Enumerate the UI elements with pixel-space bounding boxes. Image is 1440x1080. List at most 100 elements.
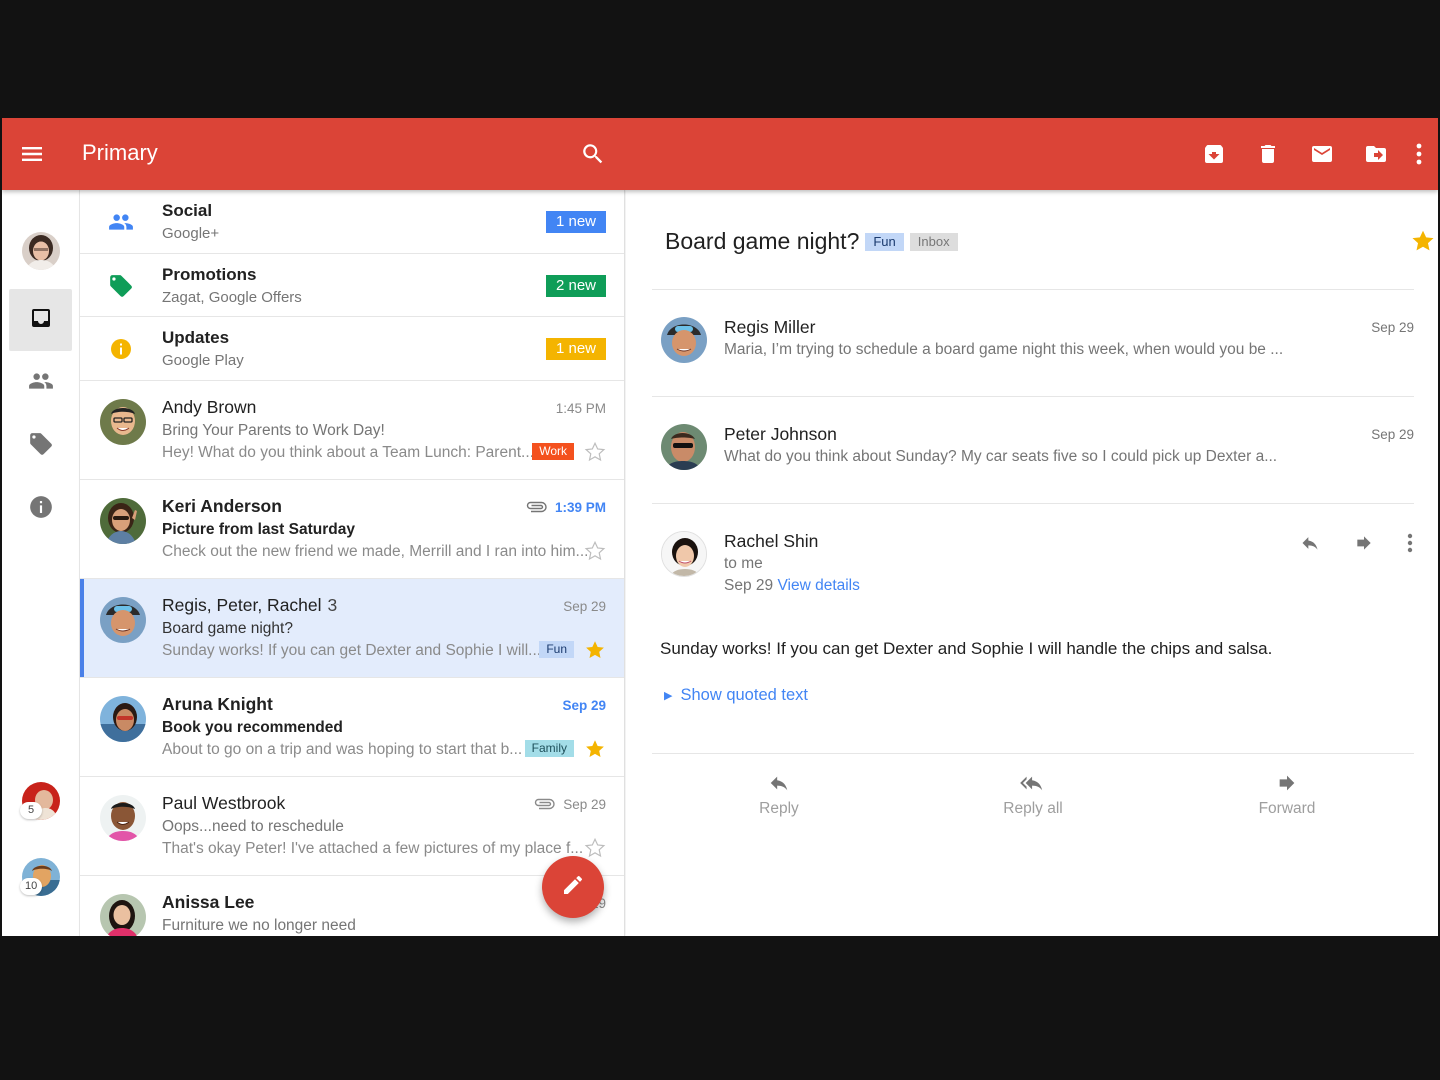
new-count-badge: 2 new (545, 274, 606, 297)
category-social[interactable]: Social Google+ 1 new (80, 190, 624, 254)
view-details-link[interactable]: View details (777, 577, 859, 594)
mail-label: Work (532, 442, 574, 460)
star-filled-icon[interactable] (1410, 228, 1436, 254)
sender-avatar (100, 596, 146, 643)
more-vert-icon[interactable] (1414, 140, 1424, 168)
reply-button[interactable]: Reply (719, 768, 839, 818)
mail-snippet: About to go on a trip and was hoping to … (162, 740, 523, 758)
people-icon (28, 368, 54, 399)
message-actions (1268, 531, 1414, 555)
show-quoted-text-link[interactable]: ▶ Show quoted text (664, 686, 808, 705)
divider (652, 396, 1414, 397)
mail-subject: Board game night? (162, 619, 293, 637)
category-promotions[interactable]: Promotions Zagat, Google Offers 2 new (80, 254, 624, 317)
more-vert-icon[interactable] (1406, 531, 1414, 555)
mail-item[interactable]: Paul Westbrook Oops...need to reschedule… (80, 777, 624, 876)
nav-social[interactable] (9, 352, 72, 414)
reply-actions-bar: Reply Reply all Forward (652, 768, 1414, 838)
pencil-icon (561, 873, 585, 902)
compose-button[interactable] (542, 856, 604, 918)
mail-item[interactable]: Keri Anderson Picture from last Saturday… (80, 480, 624, 579)
open-message-header: Rachel Shin to me Sep 29 View details (652, 531, 1414, 611)
forward-button[interactable]: Forward (1227, 768, 1347, 818)
sender-avatar (661, 424, 707, 470)
move-to-icon[interactable] (1362, 140, 1390, 168)
sender-name: Rachel Shin (724, 531, 819, 551)
conversation-header: Board game night? Fun Inbox (665, 228, 958, 255)
divider (652, 503, 1414, 504)
label-chip[interactable]: Fun (865, 232, 904, 251)
sender-name: Keri Anderson (162, 495, 282, 516)
category-sources: Google Play (162, 352, 244, 369)
star-filled-icon[interactable] (584, 738, 606, 760)
sender-name: Peter Johnson (724, 424, 837, 444)
mail-time: 1:45 PM (555, 400, 606, 416)
sender-avatar (661, 317, 707, 363)
sender-avatar (100, 497, 146, 544)
mail-subject: Picture from last Saturday (162, 520, 355, 538)
reply-all-button[interactable]: Reply all (973, 768, 1093, 818)
forward-icon[interactable] (1352, 531, 1376, 555)
category-updates[interactable]: Updates Google Play 1 new (80, 317, 624, 381)
account-switcher-2[interactable]: 10 (20, 858, 60, 896)
mail-subject: Bring Your Parents to Work Day! (162, 421, 385, 439)
mail-subject: Furniture we no longer need (162, 916, 356, 934)
gmail-app: Primary 5 10 Social Google+ 1 new Promot… (2, 118, 1438, 936)
mail-item-selected[interactable]: Regis, Peter, Rachel 3 Board game night? … (80, 578, 624, 678)
toolbar-actions (1174, 140, 1424, 168)
star-outline-icon[interactable] (584, 540, 606, 562)
mail-subject: Book you recommended (162, 718, 343, 736)
sender-avatar (100, 398, 146, 445)
nav-promotions[interactable] (9, 415, 72, 477)
mail-item[interactable]: Andy Brown Bring Your Parents to Work Da… (80, 381, 624, 480)
divider (652, 753, 1414, 754)
collapsed-message[interactable]: Peter Johnson What do you think about Su… (652, 424, 1414, 484)
category-name: Promotions (162, 264, 257, 284)
mark-unread-icon[interactable] (1308, 140, 1336, 168)
forward-icon (1227, 768, 1347, 794)
mail-snippet: Hey! What do you think about a Team Lunc… (162, 443, 534, 461)
archive-icon[interactable] (1200, 140, 1228, 168)
thread-count: 3 (327, 594, 338, 615)
unread-count: 5 (20, 802, 42, 819)
collapsed-message[interactable]: Regis Miller Maria, I’m trying to schedu… (652, 317, 1414, 377)
mail-time: Sep 29 (562, 697, 606, 713)
mail-list: Social Google+ 1 new Promotions Zagat, G… (80, 190, 625, 936)
star-outline-icon[interactable] (584, 441, 606, 463)
info-icon (28, 494, 54, 525)
message-date: Sep 29 View details (724, 577, 860, 594)
reply-all-icon (973, 768, 1093, 794)
account-switcher-1[interactable]: 5 (20, 782, 60, 820)
message-date: Sep 29 (1371, 427, 1414, 442)
inbox-icon (29, 306, 53, 335)
navigation-rail: 5 10 (2, 190, 80, 936)
mail-snippet: Check out the new friend we made, Merril… (162, 542, 589, 560)
sender-name: Regis, Peter, Rachel 3 (162, 594, 338, 615)
people-icon (108, 209, 134, 235)
delete-icon[interactable] (1254, 140, 1282, 168)
mail-item[interactable]: Aruna Knight Book you recommended About … (80, 678, 624, 777)
star-outline-icon[interactable] (584, 837, 606, 859)
message-preview: What do you think about Sunday? My car s… (724, 448, 1278, 465)
sender-name: Regis Miller (724, 317, 816, 337)
mail-subject: Oops...need to reschedule (162, 817, 344, 835)
user-avatar[interactable] (22, 232, 60, 270)
category-name: Updates (162, 328, 230, 347)
search-icon[interactable] (580, 141, 606, 167)
mail-snippet: Sunday works! If you can get Dexter and … (162, 641, 542, 659)
mail-time: Sep 29 (533, 797, 606, 812)
conversation-subject: Board game night? (665, 228, 860, 254)
label-chip[interactable]: Inbox (909, 232, 958, 251)
conversation-view: Board game night? Fun Inbox Regis Miller… (626, 190, 1438, 936)
sender-name: Andy Brown (162, 396, 257, 417)
star-filled-icon[interactable] (584, 639, 606, 661)
sender-avatar (100, 794, 146, 841)
sender-name: Paul Westbrook (162, 792, 286, 813)
attachment-icon (533, 797, 555, 811)
nav-inbox[interactable] (9, 289, 72, 351)
menu-icon[interactable] (20, 142, 44, 166)
reply-icon[interactable] (1298, 531, 1322, 555)
page-title: Primary (82, 140, 158, 165)
tag-icon (108, 273, 134, 299)
nav-updates[interactable] (9, 478, 72, 540)
